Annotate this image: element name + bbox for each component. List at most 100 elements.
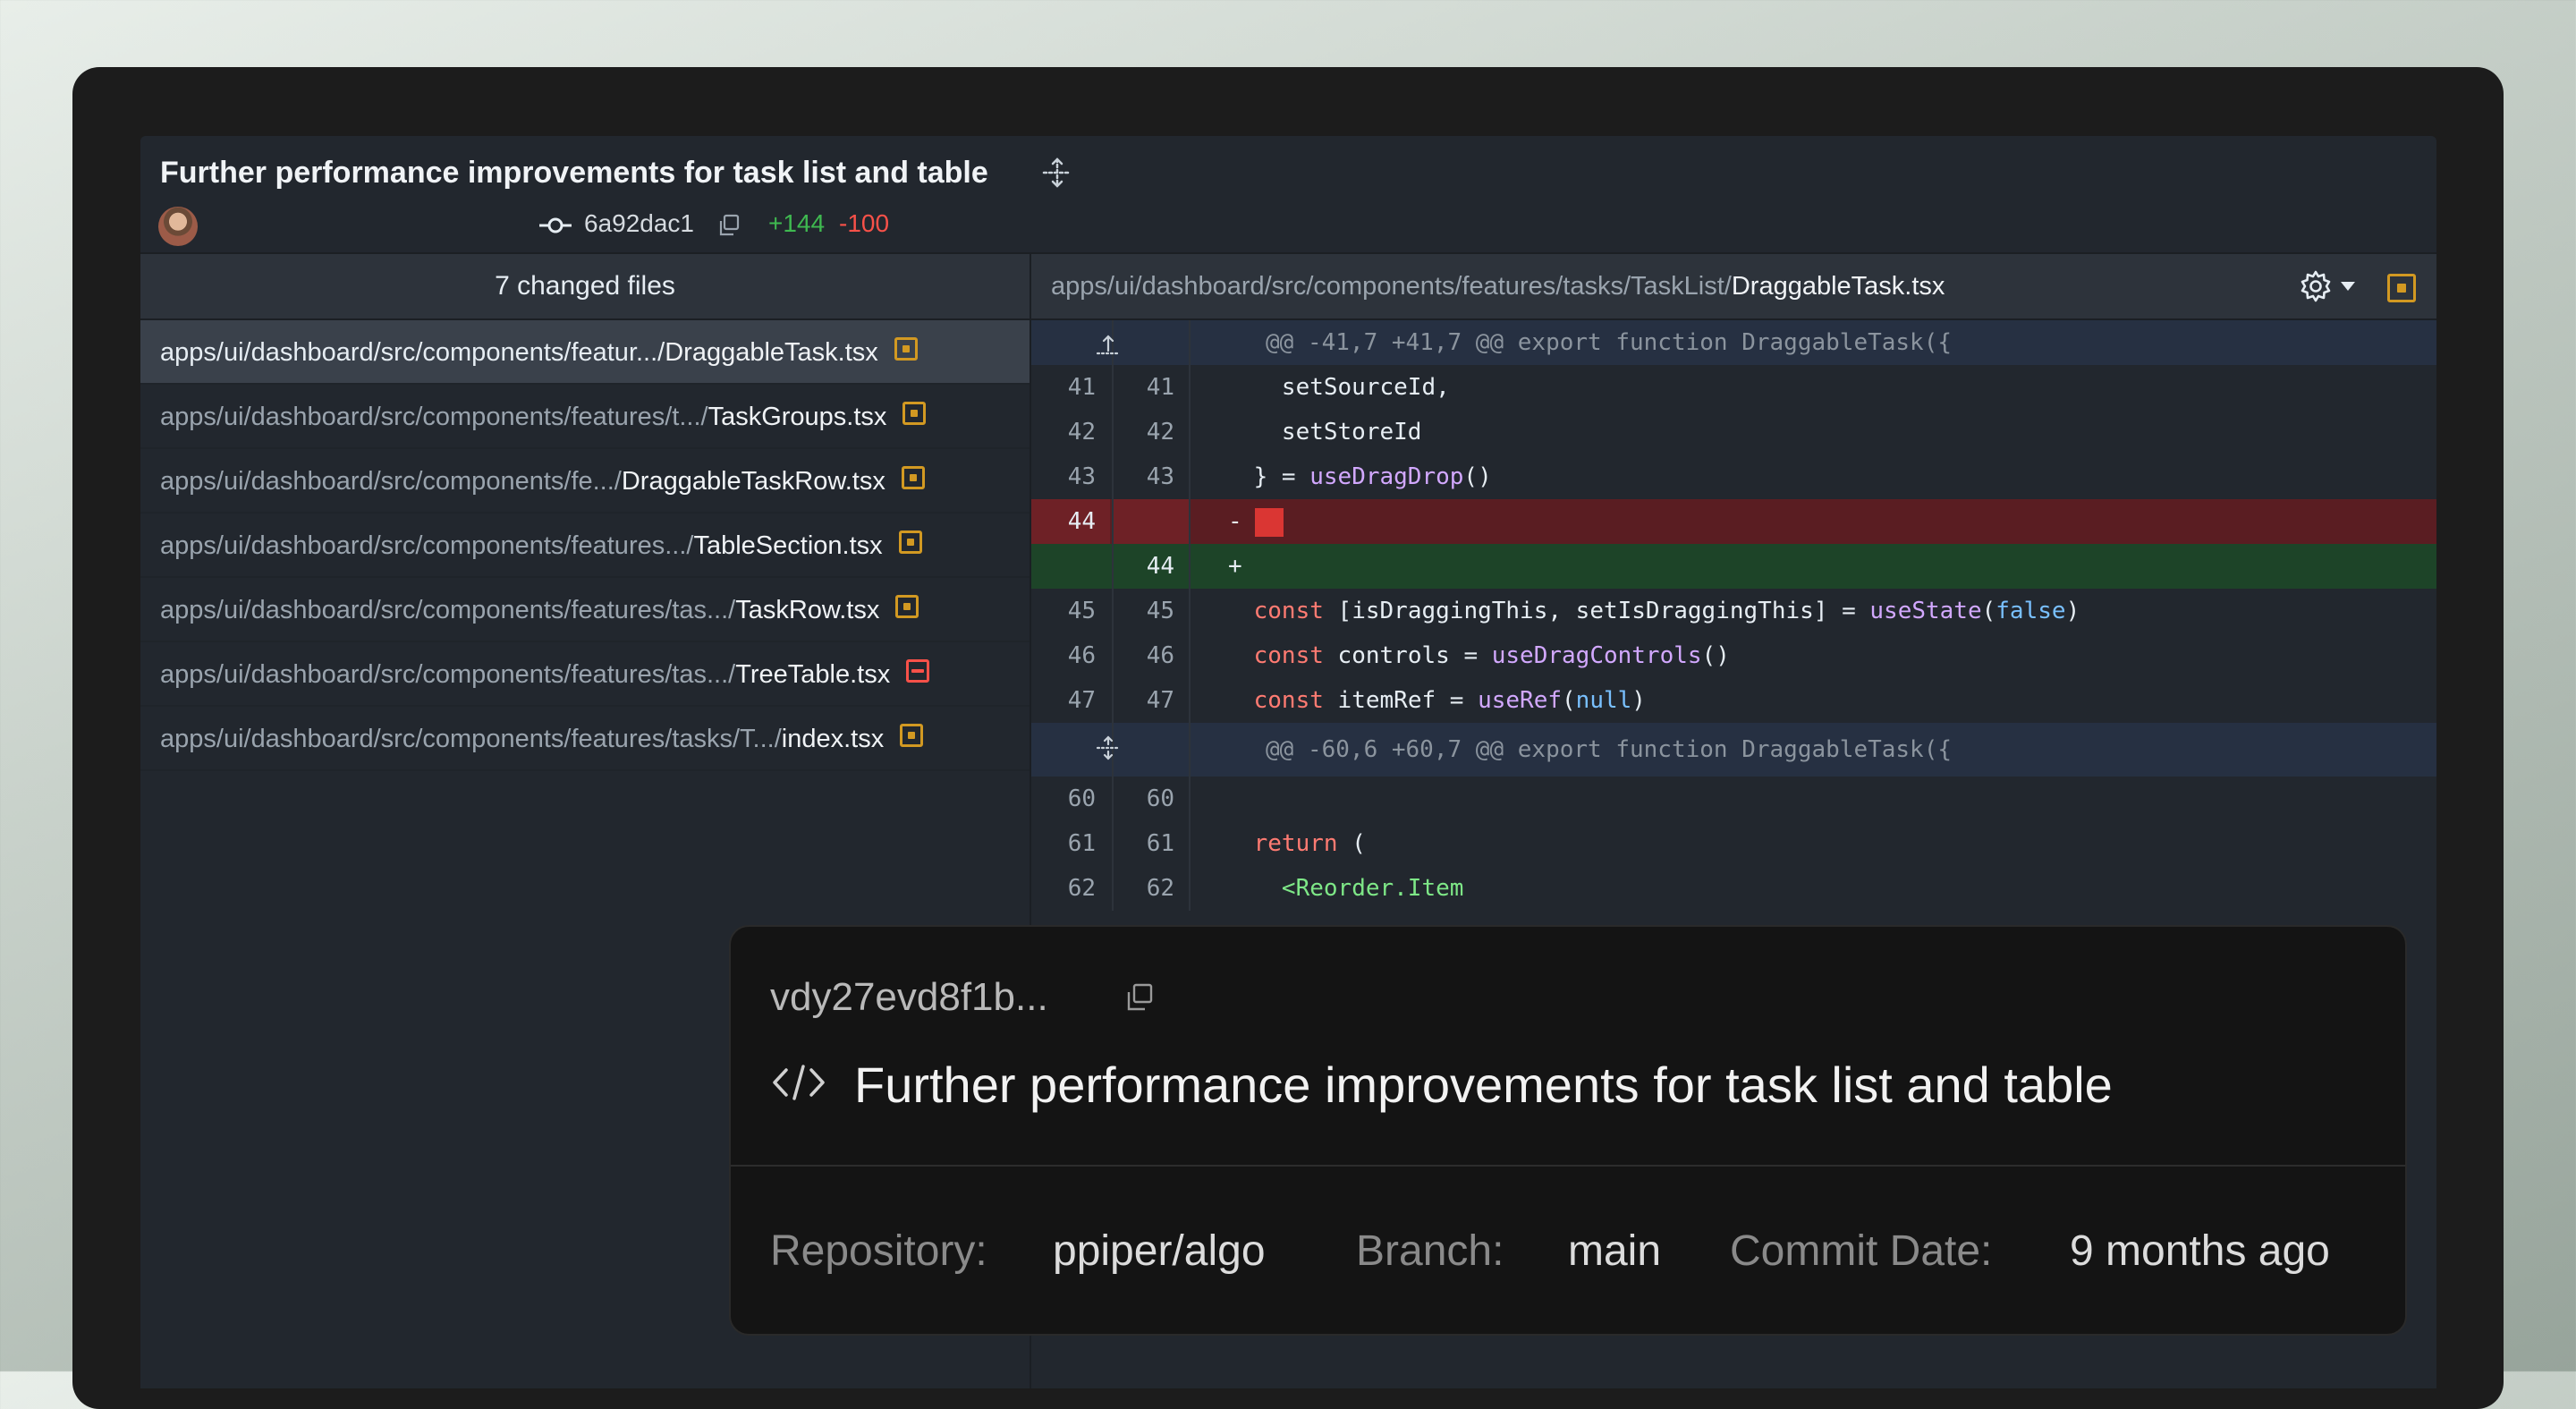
file-list: apps/ui/dashboard/src/components/featur.… (140, 320, 1030, 771)
branch-label: Branch: (1356, 1227, 1504, 1275)
new-line-number: 42 (1112, 410, 1191, 454)
file-name: TaskRow.tsx (735, 596, 880, 624)
diff-line: 46 46 const controls = useDragControls() (1031, 633, 2436, 678)
repository-value[interactable]: ppiper/algo (1053, 1227, 1266, 1276)
diff-file-dir: apps/ui/dashboard/src/components/feature… (1051, 272, 1732, 301)
code-token: const (1253, 687, 1324, 714)
code-token: false (1996, 598, 2066, 624)
code-token: [isDraggingThis, setIsDraggingThis] = (1323, 598, 1870, 624)
file-dir: apps/ui/dashboard/src/components/feature… (160, 403, 708, 431)
old-line-number: 42 (1031, 410, 1110, 454)
code-text: - (1198, 499, 2436, 544)
commit-hash: 6a92dac1 (584, 209, 695, 237)
file-dir: apps/ui/dashboard/src/components/fe.../ (160, 467, 622, 496)
code-token: useDragControls (1491, 642, 1702, 669)
gear-icon[interactable] (2298, 268, 2334, 304)
new-line-number: 62 (1112, 866, 1191, 911)
code-token: () (1701, 642, 1730, 669)
diff-sign: - (1228, 508, 1242, 535)
old-line-number: 61 (1031, 821, 1110, 866)
file-path: apps/ui/dashboard/src/components/feature… (160, 531, 883, 561)
file-dir: apps/ui/dashboard/src/components/feature… (160, 531, 694, 560)
code-token: useState (1869, 598, 1982, 624)
commit-date-label: Commit Date: (1730, 1227, 1993, 1275)
modified-badge-icon (2387, 274, 2416, 302)
copy-icon[interactable] (716, 213, 741, 238)
code-text: setStoreId (1198, 410, 2436, 454)
commit-info-card: vdy27evd8f1b... Further performance impr… (729, 925, 2407, 1336)
diff-line: 61 61 return ( (1031, 821, 2436, 866)
file-dir: apps/ui/dashboard/src/components/feature… (160, 725, 782, 753)
diff-line: 41 41 setSourceId, (1031, 365, 2436, 410)
code-token: setSourceId, (1198, 374, 1450, 401)
file-row[interactable]: apps/ui/dashboard/src/components/feature… (140, 642, 1030, 707)
file-row[interactable]: apps/ui/dashboard/src/components/feature… (140, 514, 1030, 578)
file-row[interactable]: apps/ui/dashboard/src/components/feature… (140, 578, 1030, 642)
file-dir: apps/ui/dashboard/src/components/feature… (160, 596, 736, 624)
file-name: DraggableTaskRow.tsx (621, 467, 886, 496)
new-line-number: 46 (1112, 633, 1191, 678)
file-row[interactable]: apps/ui/dashboard/src/components/featur.… (140, 320, 1030, 385)
expand-both-icon[interactable] (1095, 735, 1122, 760)
old-line-number: 45 (1031, 589, 1110, 633)
code-text: const controls = useDragControls() (1198, 633, 2436, 678)
modified-badge-icon (900, 724, 923, 747)
hunk-header-text: @@ -41,7 +41,7 @@ export function Dragga… (1266, 329, 1953, 356)
file-row[interactable]: apps/ui/dashboard/src/components/fe.../D… (140, 449, 1030, 514)
new-line-number: 60 (1112, 777, 1191, 821)
new-line-number: 47 (1112, 678, 1191, 723)
deletions-count: -100 (839, 209, 890, 237)
repository-label: Repository: (770, 1227, 987, 1275)
diff-line: 60 60 (1031, 777, 2436, 821)
code-text: const itemRef = useRef(null) (1253, 687, 1646, 714)
new-line-number: 45 (1112, 589, 1191, 633)
chevron-down-icon[interactable] (2340, 281, 2356, 292)
move-icon[interactable] (1040, 156, 1074, 190)
deleted-badge-icon (906, 659, 929, 683)
copy-icon[interactable] (1124, 982, 1155, 1013)
code-token: ( (1337, 830, 1366, 857)
divider (731, 1165, 2405, 1167)
diff-sign: + (1228, 553, 1242, 580)
modified-badge-icon (899, 530, 922, 554)
file-path: apps/ui/dashboard/src/components/feature… (160, 660, 890, 690)
diff-line-added: 44 + (1031, 544, 2436, 589)
diff-line: 47 47 const itemRef = useRef(null) (1031, 678, 2436, 723)
changed-files-header: 7 changed files (140, 254, 1030, 320)
code-text: setSourceId, (1198, 365, 2436, 410)
commit-header: Further performance improvements for tas… (140, 136, 2436, 254)
new-line-number: 44 (1112, 544, 1191, 589)
old-line-number (1031, 544, 1110, 589)
card-commit-hash: vdy27evd8f1b... (770, 975, 1048, 1019)
commit-date-value: 9 months ago (2070, 1227, 2330, 1275)
card-commit-title: Further performance improvements for tas… (854, 1057, 2113, 1113)
code-token: itemRef = (1323, 687, 1479, 714)
file-row[interactable]: apps/ui/dashboard/src/components/feature… (140, 385, 1030, 449)
gutter-new (1112, 723, 1191, 777)
branch-value[interactable]: main (1568, 1227, 1661, 1276)
diff-line: 45 45 const [isDraggingThis, setIsDraggi… (1031, 589, 2436, 633)
file-path: apps/ui/dashboard/src/components/feature… (160, 403, 886, 432)
code-icon (773, 1065, 825, 1100)
file-name: TableSection.tsx (693, 531, 883, 560)
code-text: <Reorder.Item (1198, 866, 2436, 911)
old-line-number: 62 (1031, 866, 1110, 911)
new-line-number: 41 (1112, 365, 1191, 410)
code-token: return (1253, 830, 1338, 857)
code-token: const (1253, 642, 1324, 669)
old-line-number: 47 (1031, 678, 1110, 723)
code-token: } = (1198, 463, 1310, 490)
file-row[interactable]: apps/ui/dashboard/src/components/feature… (140, 707, 1030, 771)
file-path: apps/ui/dashboard/src/components/feature… (160, 596, 879, 625)
expand-up-icon[interactable] (1095, 331, 1122, 356)
commit-title: Further performance improvements for tas… (160, 156, 988, 190)
file-name: TreeTable.tsx (735, 660, 891, 689)
author-avatar[interactable] (158, 207, 198, 246)
modified-badge-icon (902, 402, 926, 425)
additions-count: +144 (768, 209, 826, 237)
diff-line: 42 42 setStoreId (1031, 410, 2436, 454)
code-text: } = useDragDrop() (1198, 454, 2436, 499)
code-text: const [isDraggingThis, setIsDraggingThis… (1253, 598, 2080, 624)
file-dir: apps/ui/dashboard/src/components/feature… (160, 660, 736, 689)
modified-badge-icon (895, 595, 919, 618)
